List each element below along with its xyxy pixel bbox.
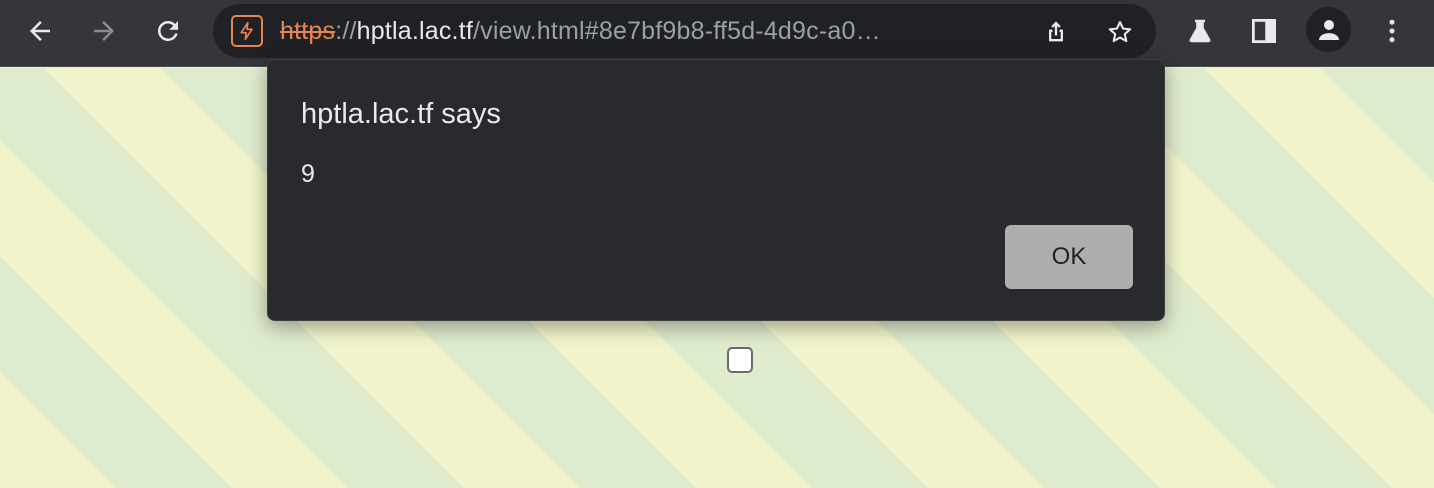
url-host: hptla.lac.tf	[356, 17, 473, 45]
share-button[interactable]	[1036, 12, 1076, 52]
ok-button[interactable]: OK	[1005, 225, 1133, 289]
side-panel-icon	[1252, 19, 1276, 43]
url-path: /view.html#8e7bf9b8-ff5d-4d9c-a0…	[473, 17, 881, 45]
side-panel-button[interactable]	[1241, 8, 1287, 54]
url-scheme: https	[280, 17, 336, 45]
menu-button[interactable]	[1369, 8, 1415, 54]
profile-button[interactable]	[1306, 7, 1351, 52]
flask-icon	[1189, 19, 1211, 43]
forward-button[interactable]	[78, 6, 130, 56]
reload-icon	[158, 21, 178, 41]
dialog-message: 9	[301, 160, 315, 188]
browser-toolbar: https://hptla.lac.tf/view.html#8e7bf9b8-…	[0, 0, 1434, 67]
bookmark-button[interactable]	[1100, 12, 1140, 52]
share-icon	[1049, 21, 1063, 42]
labs-button[interactable]	[1177, 8, 1223, 54]
reload-button[interactable]	[142, 6, 194, 56]
todo-checkbox[interactable]	[727, 347, 753, 373]
arrow-left-icon	[30, 21, 50, 41]
alert-dialog: hptla.lac.tf says 9 OK	[267, 59, 1165, 321]
three-dots-vertical-icon	[1389, 19, 1395, 43]
address-bar[interactable]: https://hptla.lac.tf/view.html#8e7bf9b8-…	[213, 4, 1156, 58]
url-separator: ://	[335, 17, 357, 45]
lightning-bolt-icon[interactable]	[231, 15, 263, 47]
arrow-right-icon	[94, 21, 114, 41]
star-icon	[1108, 21, 1132, 43]
back-button[interactable]	[14, 6, 66, 56]
dialog-title: hptla.lac.tf says	[301, 98, 501, 130]
person-icon	[1318, 19, 1339, 40]
url-text[interactable]: https://hptla.lac.tf/view.html#8e7bf9b8-…	[280, 17, 881, 45]
